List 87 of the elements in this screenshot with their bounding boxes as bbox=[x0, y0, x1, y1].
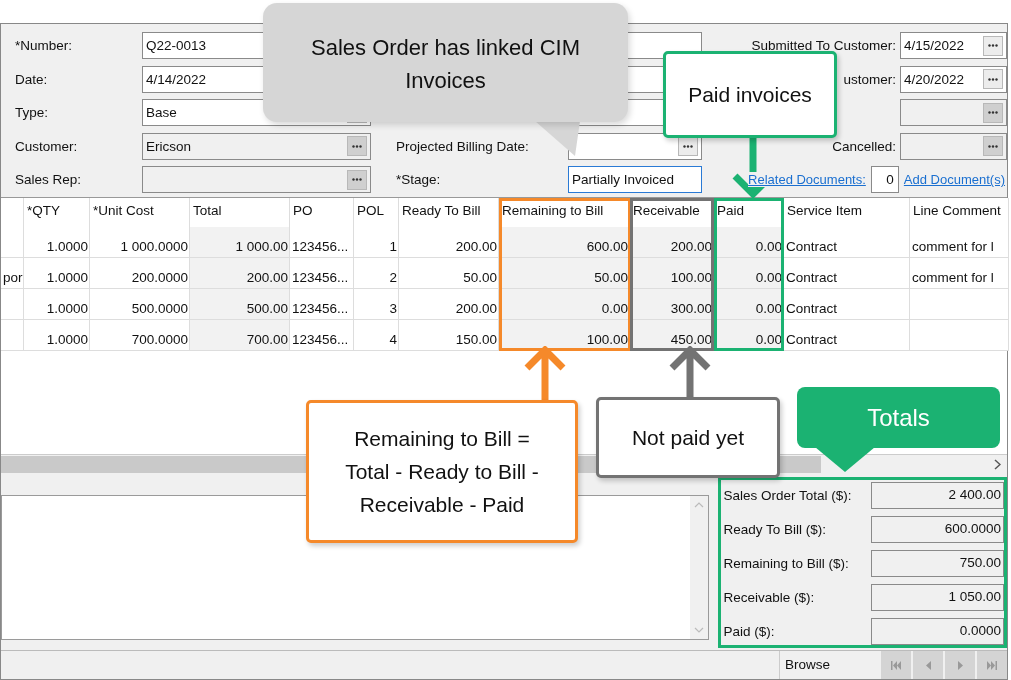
last-icon bbox=[987, 660, 997, 670]
column-header[interactable]: *Unit Cost bbox=[90, 197, 190, 227]
table-cell: Contract bbox=[784, 257, 910, 289]
field-label: Cancelled: bbox=[832, 138, 897, 154]
table-cell: 50.00 bbox=[399, 257, 499, 289]
text-field[interactable]: Partially Invoiced bbox=[568, 166, 702, 194]
total-label: Receivable ($): bbox=[723, 590, 815, 606]
field-label: Date: bbox=[15, 71, 48, 87]
table-cell: 150.00 bbox=[399, 319, 499, 351]
total-value: 2 400.00 bbox=[871, 482, 1004, 510]
callout-tooltip: Paid invoices bbox=[663, 51, 837, 138]
total-label: Remaining to Bill ($): bbox=[723, 556, 849, 572]
browse-button[interactable] bbox=[678, 136, 698, 157]
table-cell: 200.00 bbox=[190, 257, 290, 289]
field-label: Projected Billing Date: bbox=[396, 138, 529, 154]
ellipsis-icon bbox=[988, 44, 998, 48]
table-cell: 1.0000 bbox=[24, 257, 90, 289]
total-value: 600.0000 bbox=[871, 516, 1004, 544]
ellipsis-icon bbox=[988, 111, 998, 115]
column-header[interactable]: *QTY bbox=[24, 197, 90, 227]
ellipsis-icon bbox=[352, 178, 362, 182]
chevron-up-icon[interactable] bbox=[694, 502, 704, 509]
table-cell: comment for l bbox=[910, 257, 1009, 289]
field-label: Customer: bbox=[15, 138, 78, 154]
column-header[interactable]: Total bbox=[190, 197, 290, 227]
chevron-down-icon[interactable] bbox=[694, 627, 704, 634]
field-label: Type: bbox=[15, 105, 49, 121]
first-icon bbox=[891, 660, 901, 670]
table-cell: comment for l bbox=[910, 226, 1009, 258]
table-cell: 200.00 bbox=[399, 226, 499, 258]
table-cell: 1.0000 bbox=[24, 319, 90, 351]
table-cell: 700.0000 bbox=[90, 319, 190, 351]
arrow bbox=[668, 346, 712, 397]
ellipsis-icon bbox=[683, 144, 693, 148]
callout-tail bbox=[535, 121, 580, 156]
field-label: *Stage: bbox=[396, 172, 441, 188]
table-cell: 123456... bbox=[290, 226, 354, 258]
total-value: 1 050.00 bbox=[871, 584, 1004, 612]
ellipsis-icon bbox=[352, 144, 362, 148]
table-cell: 200.0000 bbox=[90, 257, 190, 289]
previous-icon bbox=[925, 660, 931, 670]
total-label: Paid ($): bbox=[723, 624, 775, 640]
callout-tail bbox=[815, 447, 875, 473]
table-cell: 200.00 bbox=[399, 288, 499, 320]
total-label: Ready To Bill ($): bbox=[723, 522, 827, 538]
field-label: *Number: bbox=[15, 38, 73, 54]
field-label: Submitted To Customer: bbox=[751, 38, 897, 54]
browse-button[interactable] bbox=[983, 69, 1003, 90]
ellipsis-icon bbox=[988, 77, 998, 81]
table-cell: 500.0000 bbox=[90, 288, 190, 320]
table-cell: por bbox=[1, 257, 24, 289]
table-cell: 1 000.00 bbox=[190, 226, 290, 258]
column-header[interactable]: Service Item bbox=[784, 197, 910, 227]
table-cell: 500.00 bbox=[190, 288, 290, 320]
table-cell: 123456... bbox=[290, 257, 354, 289]
text-field[interactable]: 4/20/2022 bbox=[900, 65, 1007, 93]
callout-tooltip: Not paid yet bbox=[596, 397, 780, 478]
total-label: Sales Order Total ($): bbox=[723, 488, 852, 504]
field-label: ustomer: bbox=[843, 71, 897, 87]
table-cell: 1.0000 bbox=[24, 288, 90, 320]
table-cell: Contract bbox=[784, 288, 910, 320]
table-cell: 4 bbox=[354, 319, 399, 351]
related-documents-link[interactable]: Related Documents: bbox=[748, 172, 866, 188]
table-cell: 2 bbox=[354, 257, 399, 289]
total-value: 750.00 bbox=[871, 550, 1004, 578]
next-icon bbox=[957, 660, 963, 670]
chevron-right-icon[interactable] bbox=[994, 458, 1001, 470]
table-cell: 700.00 bbox=[190, 319, 290, 351]
table-cell: Contract bbox=[784, 226, 910, 258]
table-cell: 1.0000 bbox=[24, 226, 90, 258]
document-count: 0 bbox=[870, 166, 899, 194]
mode-label: Browse bbox=[779, 651, 879, 679]
field-label: Sales Rep: bbox=[15, 172, 82, 188]
table-cell: 1 000.0000 bbox=[90, 226, 190, 258]
table-cell: 1 bbox=[354, 226, 399, 258]
add-document-link[interactable]: Add Document(s) bbox=[903, 172, 1005, 188]
ellipsis-icon bbox=[988, 144, 998, 148]
callout-tooltip: Remaining to Bill = Total - Ready to Bill - Receivable - Paid bbox=[306, 400, 578, 543]
browse-button[interactable] bbox=[983, 35, 1003, 56]
callout-tooltip: Sales Order has linked CIM Invoices bbox=[263, 3, 628, 122]
table-cell: 3 bbox=[354, 288, 399, 320]
text-field[interactable]: 4/15/2022 bbox=[900, 32, 1007, 60]
arrow bbox=[523, 346, 567, 400]
total-value: 0.0000 bbox=[871, 618, 1004, 646]
table-cell: 123456... bbox=[290, 319, 354, 351]
table-cell: 123456... bbox=[290, 288, 354, 320]
table-cell: Contract bbox=[784, 319, 910, 351]
